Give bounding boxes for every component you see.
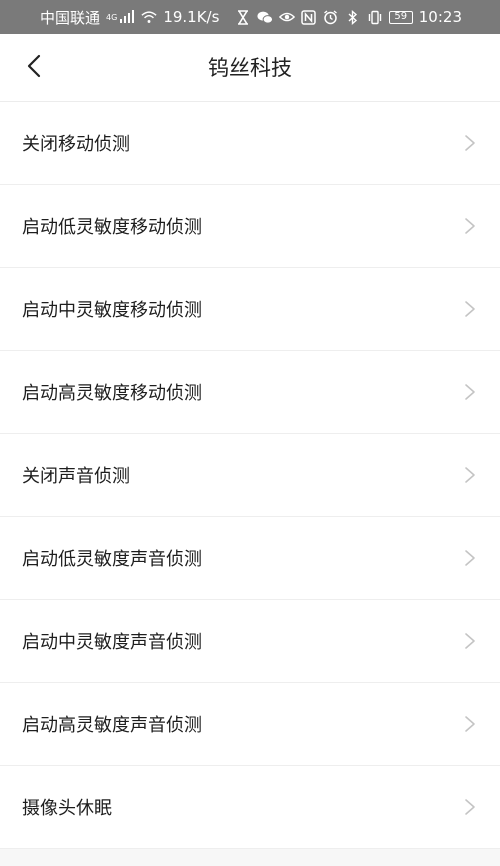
- menu-item-close-motion-detection[interactable]: 关闭移动侦测: [0, 102, 500, 185]
- chevron-right-icon: [465, 384, 475, 400]
- menu-item-label: 启动高灵敏度移动侦测: [22, 383, 202, 404]
- chevron-right-icon: [465, 633, 475, 649]
- back-button[interactable]: [18, 52, 50, 84]
- network-speed: 19.1K/s: [163, 8, 220, 26]
- menu-item-low-motion-detection[interactable]: 启动低灵敏度移动侦测: [0, 185, 500, 268]
- vibrate-icon: [367, 9, 383, 25]
- menu-item-label: 摄像头休眠: [22, 798, 112, 819]
- menu-item-medium-sound-detection[interactable]: 启动中灵敏度声音侦测: [0, 600, 500, 683]
- status-right: 59 10:23: [235, 8, 462, 26]
- hourglass-icon: [235, 9, 251, 25]
- menu-item-label: 关闭移动侦测: [22, 134, 130, 155]
- wechat-icon: [257, 9, 273, 25]
- status-time: 10:23: [418, 8, 462, 26]
- status-left: 中国联通 4G 19.1K/s: [40, 7, 219, 28]
- battery-icon: 59: [388, 10, 413, 24]
- menu-item-label: 启动中灵敏度移动侦测: [22, 300, 202, 321]
- chevron-right-icon: [465, 467, 475, 483]
- menu-item-high-motion-detection[interactable]: 启动高灵敏度移动侦测: [0, 351, 500, 434]
- nfc-icon: [301, 9, 317, 25]
- menu-item-medium-motion-detection[interactable]: 启动中灵敏度移动侦测: [0, 268, 500, 351]
- signal-icon: [119, 9, 135, 25]
- chevron-right-icon: [465, 799, 475, 815]
- menu-item-high-sound-detection[interactable]: 启动高灵敏度声音侦测: [0, 683, 500, 766]
- chevron-right-icon: [465, 716, 475, 732]
- chevron-left-icon: [27, 54, 41, 82]
- battery-level: 59: [394, 11, 408, 22]
- status-bar: 中国联通 4G 19.1K/s 59 10:23: [0, 0, 500, 34]
- menu-item-label: 启动低灵敏度声音侦测: [22, 549, 202, 570]
- chevron-right-icon: [465, 550, 475, 566]
- chevron-right-icon: [465, 218, 475, 234]
- menu-item-camera-sleep[interactable]: 摄像头休眠: [0, 766, 500, 849]
- menu-item-label: 启动中灵敏度声音侦测: [22, 632, 202, 653]
- chevron-right-icon: [465, 301, 475, 317]
- menu-item-close-sound-detection[interactable]: 关闭声音侦测: [0, 434, 500, 517]
- carrier-name: 中国联通: [40, 8, 101, 27]
- menu-item-label: 启动高灵敏度声音侦测: [22, 715, 202, 736]
- page-title: 钨丝科技: [208, 56, 292, 80]
- chevron-right-icon: [465, 135, 475, 151]
- network-badge: 4G: [106, 12, 118, 22]
- menu-item-label: 启动低灵敏度移动侦测: [22, 217, 202, 238]
- nav-bar: 钨丝科技: [0, 34, 500, 102]
- menu-item-low-sound-detection[interactable]: 启动低灵敏度声音侦测: [0, 517, 500, 600]
- eye-icon: [278, 9, 295, 25]
- bluetooth-icon: [345, 9, 361, 25]
- settings-menu-list: 关闭移动侦测 启动低灵敏度移动侦测 启动中灵敏度移动侦测 启动高灵敏度移动侦测 …: [0, 102, 500, 849]
- menu-item-label: 关闭声音侦测: [22, 466, 130, 487]
- wifi-icon: [141, 9, 157, 25]
- alarm-icon: [323, 9, 339, 25]
